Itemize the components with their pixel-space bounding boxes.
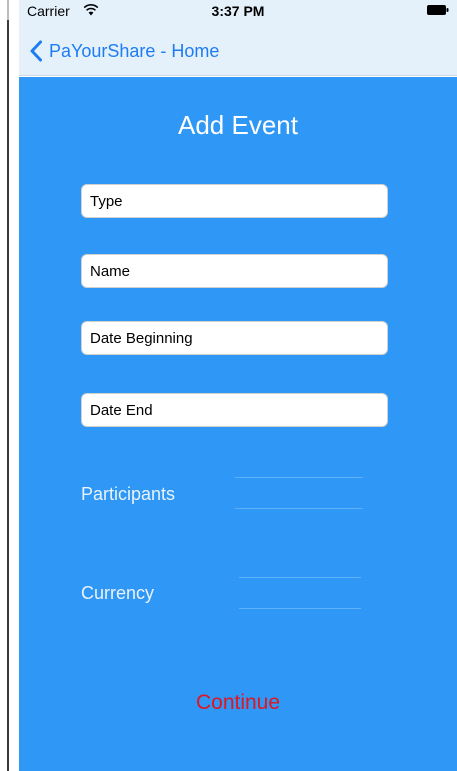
status-bar: Carrier 3:37 PM [19,0,457,22]
picker-divider-bottom [239,608,361,609]
battery-icon [427,5,449,15]
name-field[interactable] [81,254,388,288]
add-event-form: Add Event Participants Currency Continue [19,77,457,771]
page-title: Add Event [178,110,298,140]
clock: 3:37 PM [211,3,265,19]
currency-picker[interactable] [239,577,361,611]
back-button-label: PaYourShare - Home [49,40,220,61]
navigation-bar: PaYourShare - Home [19,22,457,76]
picker-divider-top [235,477,363,478]
date-beginning-field[interactable] [81,321,388,355]
currency-label: Currency [81,583,155,603]
type-field[interactable] [81,184,388,218]
picker-divider-top [239,577,361,578]
participants-label: Participants [81,484,176,504]
chevron-left-icon [30,40,42,62]
date-end-field[interactable] [81,393,388,427]
participants-picker[interactable] [235,477,363,511]
picker-divider-bottom [235,508,363,509]
window-edge [7,20,9,771]
window-edge-top [7,0,9,20]
continue-button[interactable]: Continue [19,691,457,715]
back-button[interactable]: PaYourShare - Home [29,36,219,66]
